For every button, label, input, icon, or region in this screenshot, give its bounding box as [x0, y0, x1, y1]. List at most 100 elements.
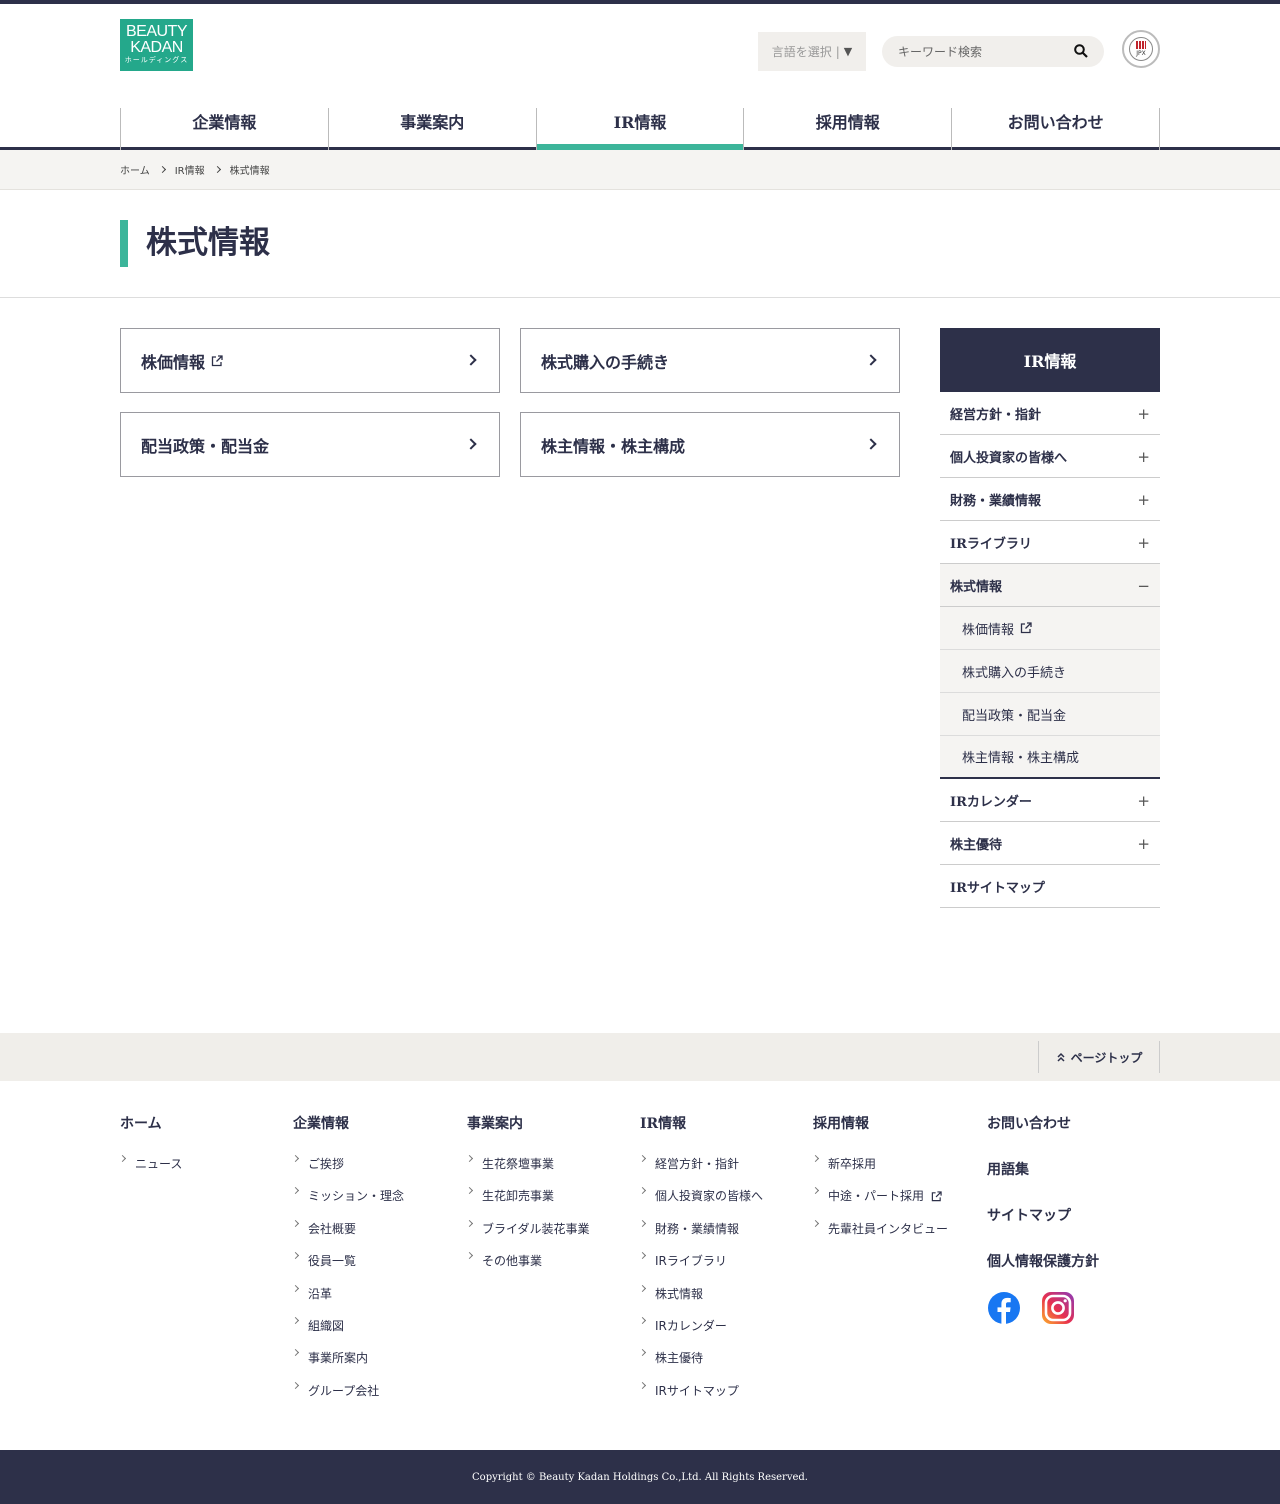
footer-col-company: 企業情報 ご挨拶 ミッション・理念 会社概要 役員一覧 沿革 組織図 事業所案内… — [293, 1113, 463, 1414]
sidebar-item-calendar[interactable]: IRカレンダー + — [940, 779, 1160, 822]
footer-link[interactable]: IRサイトマップ — [640, 1382, 810, 1414]
pagetop-bar: ページトップ — [0, 1033, 1280, 1081]
footer-col-ir: IR情報 経営方針・指針 個人投資家の皆様へ 財務・業績情報 IRライブラリ 株… — [640, 1113, 810, 1414]
card-dividend-policy[interactable]: 配当政策・配当金 — [120, 412, 500, 477]
sidebar-subitem-label: 配当政策・配当金 — [962, 708, 1067, 724]
footer-col-title[interactable]: IR情報 — [640, 1113, 810, 1133]
sidebar-subitem-label: 株式購入の手続き — [962, 665, 1067, 681]
footer-link-sitemap[interactable]: サイトマップ — [987, 1205, 1157, 1225]
facebook-icon[interactable] — [987, 1291, 1021, 1325]
breadcrumb-ir[interactable]: IR情報 — [175, 162, 205, 177]
footer-link[interactable]: 株主優待 — [640, 1349, 810, 1381]
sidebar-subitem-shareholders[interactable]: 株主情報・株主構成 — [940, 736, 1160, 779]
sidebar-item-library[interactable]: IRライブラリ + — [940, 521, 1160, 564]
footer-link[interactable]: 個人投資家の皆様へ — [640, 1187, 810, 1219]
sidebar-item-sitemap[interactable]: IRサイトマップ — [940, 865, 1160, 908]
breadcrumb: ホーム IR情報 株式情報 — [0, 150, 1280, 190]
footer-link[interactable]: その他事業 — [467, 1252, 637, 1284]
footer-link[interactable]: ブライダル装花事業 — [467, 1220, 637, 1252]
footer-link[interactable]: IRカレンダー — [640, 1317, 810, 1349]
footer-link[interactable]: 経営方針・指針 — [640, 1155, 810, 1187]
footer-link[interactable]: 生花祭壇事業 — [467, 1155, 637, 1187]
double-chevron-up-icon — [1057, 1052, 1065, 1062]
plus-icon[interactable]: + — [1137, 835, 1150, 853]
footer-link[interactable]: 会社概要 — [293, 1220, 463, 1252]
pagetop-button[interactable]: ページトップ — [1038, 1041, 1160, 1073]
footer-link[interactable]: ミッション・理念 — [293, 1187, 463, 1219]
footer-link[interactable]: 株式情報 — [640, 1285, 810, 1317]
certification-badge: JPX — [1122, 30, 1160, 68]
global-nav: 企業情報 事業案内 IR情報 採用情報 お問い合わせ — [120, 108, 1160, 150]
logo-line3: ホールディングス — [124, 57, 189, 64]
footer-link[interactable]: 沿革 — [293, 1285, 463, 1317]
sidebar-subitem-dividend[interactable]: 配当政策・配当金 — [940, 693, 1160, 736]
instagram-icon[interactable] — [1041, 1291, 1075, 1325]
footer-link[interactable]: 先輩社員インタビュー — [813, 1220, 973, 1252]
plus-icon[interactable]: + — [1137, 448, 1150, 466]
gnav-item-recruit[interactable]: 採用情報 — [743, 108, 951, 150]
site-logo[interactable]: BEAUTY KADAN ホールディングス — [120, 19, 193, 71]
sidebar-item-benefits[interactable]: 株主優待 + — [940, 822, 1160, 865]
card-label: 配当政策・配当金 — [141, 436, 270, 456]
page-title: 株式情報 — [120, 220, 270, 267]
minus-icon[interactable]: − — [1137, 577, 1150, 595]
footer-link-external[interactable]: 中途・パート採用 — [813, 1187, 973, 1219]
sidebar-item-stock[interactable]: 株式情報 − — [940, 564, 1160, 607]
card-shareholder-info[interactable]: 株主情報・株主構成 — [520, 412, 900, 477]
card-purchase-procedure[interactable]: 株式購入の手続き — [520, 328, 900, 393]
gnav-item-company[interactable]: 企業情報 — [120, 108, 328, 150]
sidebar-subitem-label: 株主情報・株主構成 — [962, 751, 1080, 766]
chevron-right-icon — [865, 354, 877, 366]
main-content: 株価情報 株式購入の手続き 配当政策・配当金 株主情報・株主構成 IR情報 経営… — [0, 298, 1280, 1033]
footer-link[interactable]: 生花卸売事業 — [467, 1187, 637, 1219]
language-select[interactable]: 言語を選択 | ▼ — [758, 32, 866, 71]
sidebar-item-financial[interactable]: 財務・業績情報 + — [940, 478, 1160, 521]
copyright-bar: Copyright © Beauty Kadan Holdings Co.,Lt… — [0, 1450, 1280, 1504]
footer-col-title[interactable]: 採用情報 — [813, 1113, 973, 1133]
footer-col-title[interactable]: ホーム — [120, 1113, 290, 1133]
footer-link[interactable]: グループ会社 — [293, 1382, 463, 1414]
sidebar-item-individual[interactable]: 個人投資家の皆様へ + — [940, 435, 1160, 478]
chevron-right-icon — [213, 165, 221, 174]
footer-link[interactable]: ご挨拶 — [293, 1155, 463, 1187]
footer-link[interactable]: 新卒採用 — [813, 1155, 973, 1187]
footer-link[interactable]: ニュース — [120, 1155, 290, 1187]
chevron-down-icon: ▼ — [843, 45, 853, 58]
search-icon[interactable] — [1074, 44, 1088, 58]
gnav-item-contact[interactable]: お問い合わせ — [951, 108, 1160, 150]
footer-col-home: ホーム ニュース — [120, 1113, 290, 1187]
footer-link-contact[interactable]: お問い合わせ — [987, 1113, 1157, 1133]
footer-link[interactable]: 事業所案内 — [293, 1349, 463, 1381]
footer-col-title[interactable]: 事業案内 — [467, 1113, 637, 1133]
badge-mark-icon — [1136, 41, 1146, 49]
footer-link[interactable]: 役員一覧 — [293, 1252, 463, 1284]
footer-col-recruit: 採用情報 新卒採用 中途・パート採用 先輩社員インタビュー — [813, 1113, 973, 1252]
chevron-right-icon — [465, 438, 477, 450]
gnav-item-business[interactable]: 事業案内 — [327, 108, 536, 150]
search-input[interactable] — [882, 36, 1062, 67]
sidebar-title[interactable]: IR情報 — [940, 328, 1160, 392]
sidebar-item-policy[interactable]: 経営方針・指針 + — [940, 392, 1160, 435]
footer-link[interactable]: 財務・業績情報 — [640, 1220, 810, 1252]
gnav-item-ir[interactable]: IR情報 — [535, 108, 744, 150]
footer-link-privacy[interactable]: 個人情報保護方針 — [987, 1251, 1157, 1271]
card-label: 株式購入の手続き — [541, 352, 670, 372]
card-stock-price[interactable]: 株価情報 — [120, 328, 500, 393]
footer-col-title[interactable]: 企業情報 — [293, 1113, 463, 1133]
plus-icon[interactable]: + — [1137, 792, 1150, 810]
footer-link-glossary[interactable]: 用語集 — [987, 1159, 1157, 1179]
plus-icon[interactable]: + — [1137, 491, 1150, 509]
logo-line2: KADAN — [130, 39, 183, 56]
external-link-icon — [931, 1191, 942, 1202]
sidebar-subitem-purchase[interactable]: 株式購入の手続き — [940, 650, 1160, 693]
breadcrumb-home[interactable]: ホーム — [120, 162, 150, 177]
footer-col-business: 事業案内 生花祭壇事業 生花卸売事業 ブライダル装花事業 その他事業 — [467, 1113, 637, 1285]
search-box — [882, 36, 1104, 67]
sidebar-subitem-label: 株価情報 — [962, 622, 1015, 638]
footer-link[interactable]: 組織図 — [293, 1317, 463, 1349]
footer-link[interactable]: IRライブラリ — [640, 1252, 810, 1284]
plus-icon[interactable]: + — [1137, 405, 1150, 423]
plus-icon[interactable]: + — [1137, 534, 1150, 552]
sidebar-item-label: 財務・業績情報 — [950, 493, 1042, 509]
sidebar-subitem-stock-price[interactable]: 株価情報 — [940, 607, 1160, 650]
